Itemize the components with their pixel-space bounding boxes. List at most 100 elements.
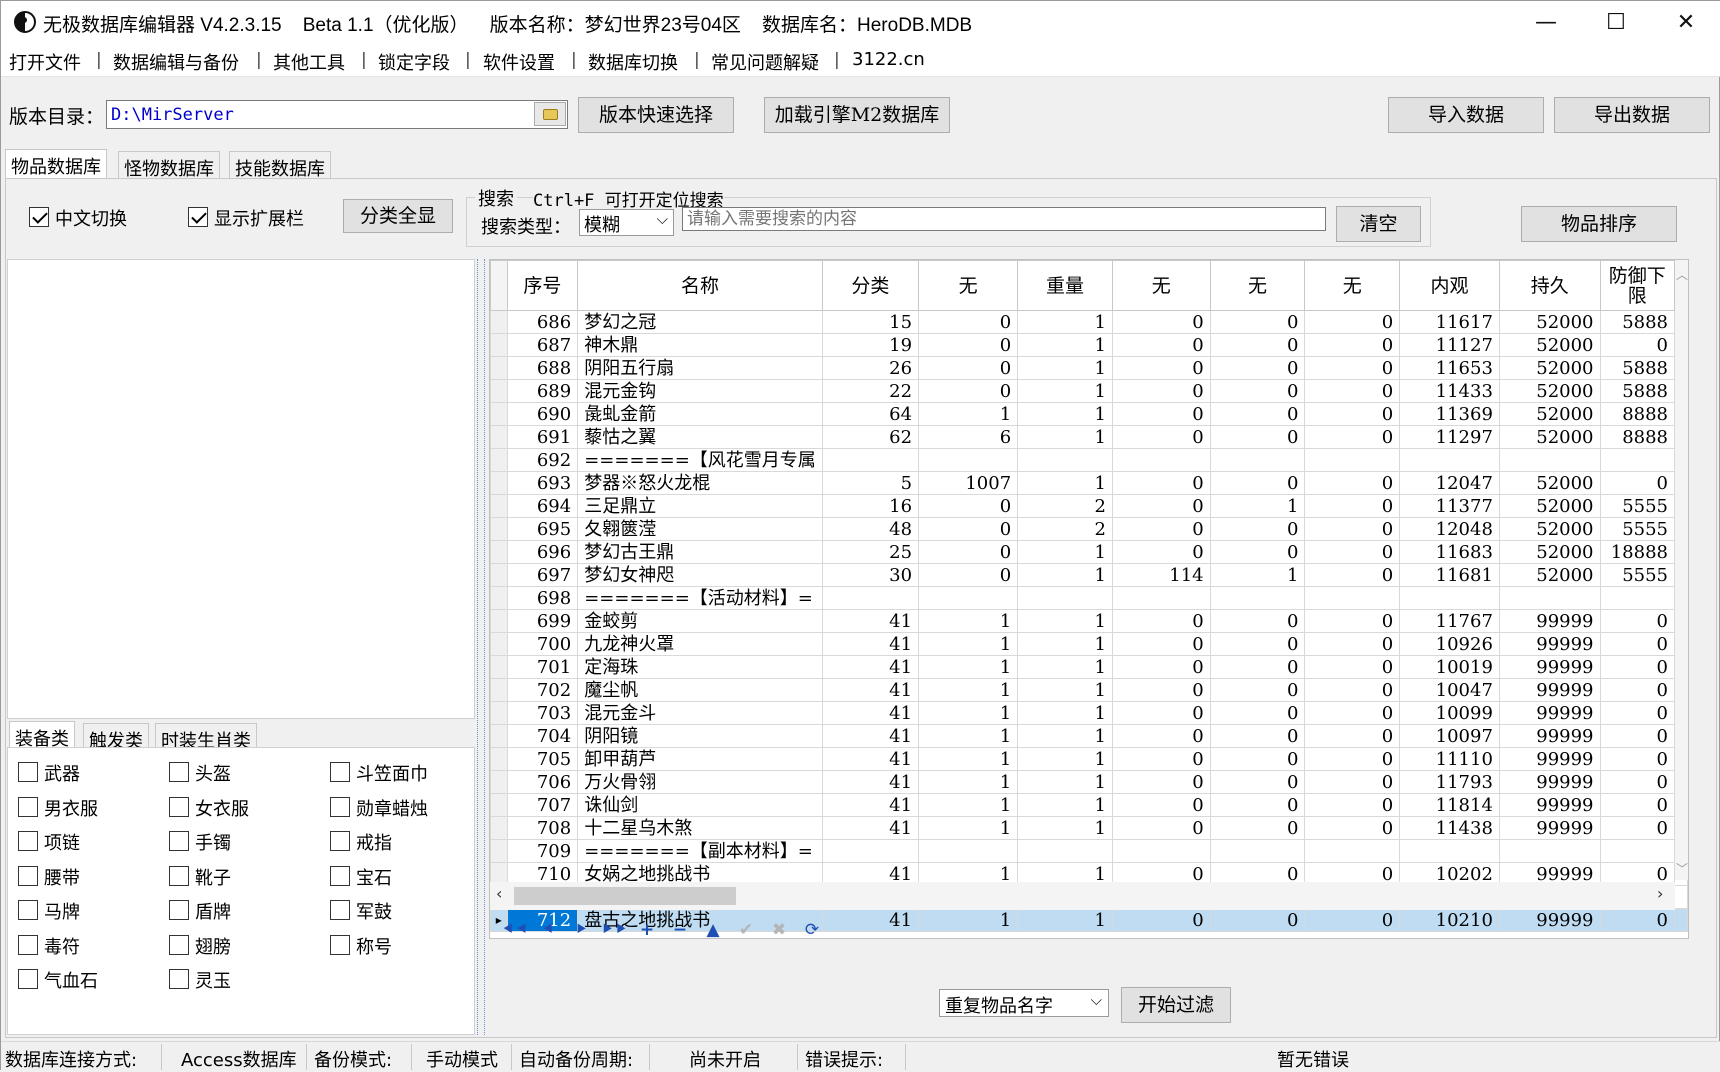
- close-button[interactable]: ✕: [1651, 1, 1720, 45]
- table-cell[interactable]: [1111, 448, 1211, 472]
- table-row[interactable]: 686 梦幻之冠 15 0 1 0 0 0 11617 52000 5888: [490, 310, 1688, 334]
- column-header[interactable]: 无: [1209, 260, 1306, 311]
- table-cell[interactable]: 708: [506, 816, 579, 840]
- table-cell[interactable]: 0: [918, 563, 1019, 587]
- table-cell[interactable]: 12047: [1399, 471, 1500, 495]
- table-cell[interactable]: 0: [1209, 356, 1306, 380]
- table-cell[interactable]: 0: [1209, 655, 1306, 679]
- table-cell[interactable]: 0: [1599, 609, 1676, 633]
- table-cell[interactable]: 1: [918, 747, 1019, 771]
- table-cell[interactable]: [1111, 839, 1211, 863]
- category-checkbox[interactable]: [330, 797, 350, 817]
- table-cell[interactable]: 0: [1209, 701, 1306, 725]
- table-cell[interactable]: 5888: [1599, 310, 1676, 334]
- table-row[interactable]: 702 魔尘帆 41 1 1 0 0 0 10047 99999 0: [490, 678, 1688, 702]
- table-cell[interactable]: 0: [1209, 402, 1306, 426]
- category-checkbox[interactable]: [18, 935, 38, 955]
- table-cell[interactable]: [1017, 448, 1113, 472]
- table-row[interactable]: 689 混元金钩 22 0 1 0 0 0 11433 52000 5888: [490, 379, 1688, 403]
- table-cell[interactable]: 1: [918, 816, 1019, 840]
- table-cell[interactable]: 0: [1304, 540, 1401, 564]
- table-cell[interactable]: 10047: [1399, 678, 1500, 702]
- table-cell[interactable]: 0: [1111, 770, 1211, 794]
- table-cell[interactable]: [1599, 448, 1676, 472]
- table-row[interactable]: 700 九龙神火罩 41 1 1 0 0 0 10926 99999 0: [490, 632, 1688, 656]
- show-ext-checkbox[interactable]: [188, 207, 208, 227]
- table-cell[interactable]: 41: [821, 747, 920, 771]
- table-cell[interactable]: 10097: [1399, 724, 1500, 748]
- table-cell[interactable]: 99999: [1498, 816, 1601, 840]
- table-cell[interactable]: 梦幻女神咫: [577, 563, 823, 587]
- table-cell[interactable]: 1: [1017, 678, 1113, 702]
- version-dir-input[interactable]: D:\MirServer: [106, 100, 568, 129]
- table-cell[interactable]: 0: [1304, 379, 1401, 403]
- table-cell[interactable]: 2: [1017, 517, 1113, 541]
- table-cell[interactable]: 0: [1111, 402, 1211, 426]
- table-cell[interactable]: 0: [1304, 632, 1401, 656]
- table-cell[interactable]: 1: [1017, 379, 1113, 403]
- table-cell[interactable]: 693: [506, 471, 579, 495]
- row-indicator[interactable]: [490, 333, 508, 357]
- table-cell[interactable]: 0: [1304, 816, 1401, 840]
- table-cell[interactable]: 1: [1209, 494, 1306, 518]
- filter-type-select[interactable]: 重复物品名字 ⌵: [939, 989, 1109, 1017]
- table-cell[interactable]: 0: [1111, 356, 1211, 380]
- table-cell[interactable]: [1017, 586, 1113, 610]
- table-cell[interactable]: 41: [821, 770, 920, 794]
- horizontal-scrollbar[interactable]: ‹ ›: [490, 882, 1675, 910]
- table-cell[interactable]: [1209, 586, 1306, 610]
- tab-monsters-db[interactable]: 怪物数据库: [118, 151, 220, 180]
- table-cell[interactable]: [821, 839, 920, 863]
- table-cell[interactable]: 11438: [1399, 816, 1500, 840]
- row-indicator[interactable]: [490, 586, 508, 610]
- table-cell[interactable]: 0: [1599, 724, 1676, 748]
- first-record-icon[interactable]: ⯇⯇: [498, 920, 532, 938]
- table-cell[interactable]: 1: [918, 609, 1019, 633]
- table-cell[interactable]: 1: [1017, 310, 1113, 334]
- table-cell[interactable]: 18888: [1599, 540, 1676, 564]
- table-cell[interactable]: 688: [506, 356, 579, 380]
- table-cell[interactable]: [918, 448, 1019, 472]
- table-cell[interactable]: 6: [918, 425, 1019, 449]
- table-cell[interactable]: 梦幻之冠: [577, 310, 823, 334]
- table-cell[interactable]: [1209, 448, 1306, 472]
- table-cell[interactable]: 11683: [1399, 540, 1500, 564]
- table-cell[interactable]: 0: [918, 379, 1019, 403]
- table-cell[interactable]: 703: [506, 701, 579, 725]
- menu-open-file[interactable]: 打开文件: [9, 49, 81, 75]
- table-cell[interactable]: 0: [1599, 908, 1676, 932]
- table-cell[interactable]: 0: [1599, 747, 1676, 771]
- table-cell[interactable]: 1: [918, 724, 1019, 748]
- table-cell[interactable]: 0: [1304, 724, 1401, 748]
- table-cell[interactable]: 1: [1017, 701, 1113, 725]
- table-cell[interactable]: 705: [506, 747, 579, 771]
- table-cell[interactable]: 64: [821, 402, 920, 426]
- row-indicator[interactable]: [490, 494, 508, 518]
- table-cell[interactable]: 1: [1017, 540, 1113, 564]
- table-cell[interactable]: 1: [1017, 356, 1113, 380]
- table-cell[interactable]: 诛仙剑: [577, 793, 823, 817]
- table-cell[interactable]: 0: [1111, 678, 1211, 702]
- table-row[interactable]: 695 夂翱篋滢 48 0 2 0 0 0 12048 52000 5555: [490, 517, 1688, 541]
- table-cell[interactable]: 10099: [1399, 701, 1500, 725]
- table-row[interactable]: 703 混元金斗 41 1 1 0 0 0 10099 99999 0: [490, 701, 1688, 725]
- column-header[interactable]: 持久: [1498, 260, 1601, 311]
- browse-folder-button[interactable]: [534, 102, 566, 126]
- table-cell[interactable]: 11297: [1399, 425, 1500, 449]
- import-data-button[interactable]: 导入数据: [1388, 97, 1544, 133]
- row-indicator[interactable]: [490, 678, 508, 702]
- search-type-select[interactable]: 模糊 ⌵: [579, 209, 674, 236]
- load-m2-database-button[interactable]: 加载引擎M2数据库: [764, 97, 950, 133]
- table-cell[interactable]: 0: [1111, 908, 1211, 932]
- table-cell[interactable]: 114: [1111, 563, 1211, 587]
- table-cell[interactable]: 阴阳五行扇: [577, 356, 823, 380]
- scroll-right-icon[interactable]: ›: [1657, 884, 1663, 903]
- category-checkbox[interactable]: [169, 935, 189, 955]
- table-cell[interactable]: 阴阳镜: [577, 724, 823, 748]
- table-cell[interactable]: 1: [918, 793, 1019, 817]
- menu-software-settings[interactable]: 软件设置: [483, 49, 555, 75]
- table-cell[interactable]: [1399, 586, 1500, 610]
- table-cell[interactable]: 1: [1017, 609, 1113, 633]
- show-all-categories-button[interactable]: 分类全显: [343, 199, 453, 233]
- table-cell[interactable]: 0: [1111, 793, 1211, 817]
